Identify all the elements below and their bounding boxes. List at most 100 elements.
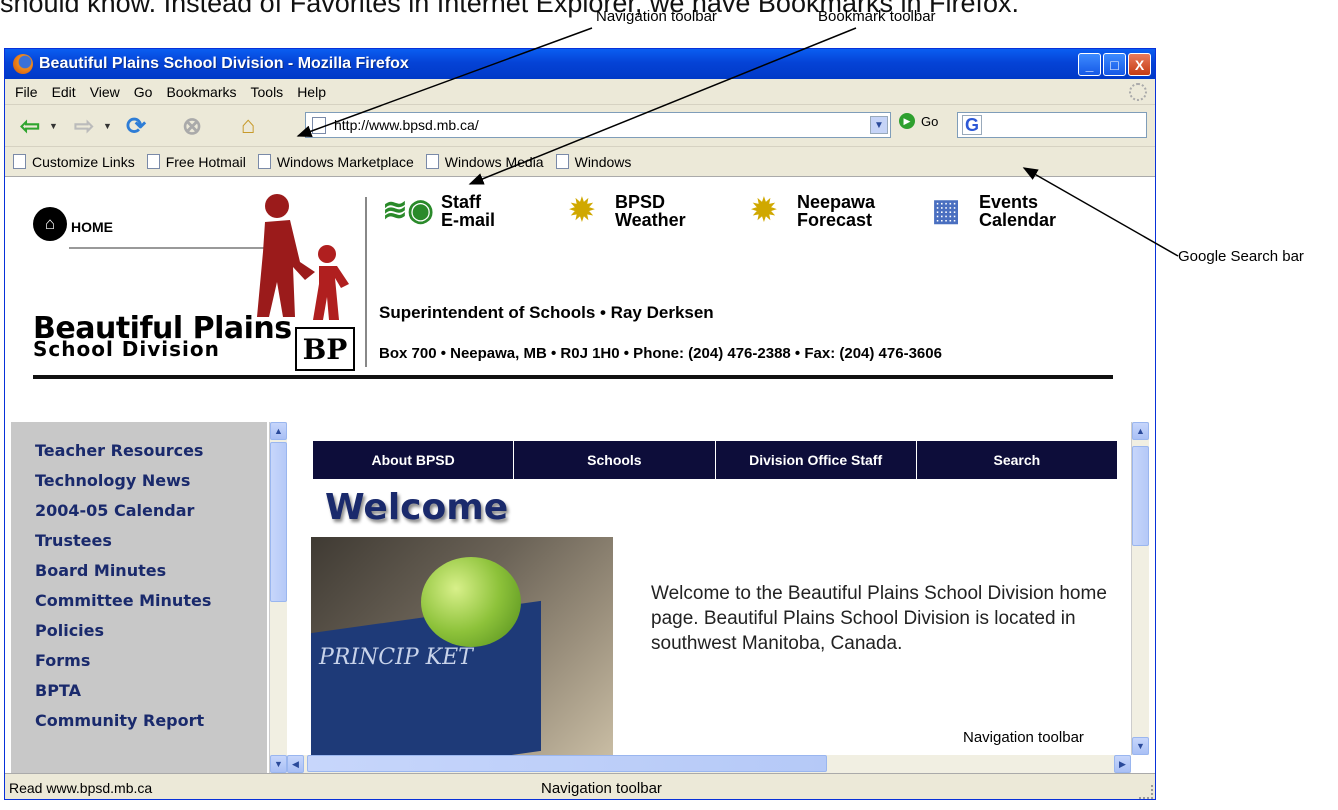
scroll-up-icon[interactable]: ▲ bbox=[270, 422, 287, 440]
tab-about-bpsd[interactable]: About BPSD bbox=[313, 441, 515, 479]
bookmark-page-icon bbox=[425, 154, 439, 169]
scroll-thumb[interactable] bbox=[270, 442, 287, 602]
left-nav-committee-minutes[interactable]: Committee Minutes bbox=[11, 586, 267, 616]
scroll-thumb[interactable] bbox=[1132, 446, 1149, 546]
left-nav-community-report[interactable]: Community Report bbox=[11, 706, 267, 736]
bookmark-free-hotmail[interactable]: Free Hotmail bbox=[146, 153, 246, 170]
tab-schools[interactable]: Schools bbox=[514, 441, 716, 479]
google-search-field[interactable]: G bbox=[957, 112, 1147, 138]
maximize-button[interactable]: □ bbox=[1103, 53, 1126, 76]
window-title: Beautiful Plains School Division - Mozil… bbox=[39, 55, 409, 72]
bookmark-toolbar-callout: Bookmark toolbar bbox=[818, 8, 936, 25]
navigation-toolbar-callout-3: Navigation toolbar bbox=[541, 780, 662, 797]
menu-help[interactable]: Help bbox=[297, 84, 326, 100]
screenshot-root: should know. Instead of Favorites in Int… bbox=[0, 0, 1338, 810]
quick-link-line2: E-mail bbox=[441, 210, 496, 230]
header-rule bbox=[33, 375, 1113, 379]
sun-icon: ✹ bbox=[569, 194, 595, 227]
firefox-window: Beautiful Plains School Division - Mozil… bbox=[4, 48, 1156, 800]
book-cover-lettering: PRINCIP KET bbox=[319, 645, 473, 670]
bp-book-logo: BP bbox=[295, 327, 355, 371]
reload-icon[interactable]: ⟳ bbox=[119, 111, 153, 141]
quick-link-line1: Events bbox=[979, 192, 1039, 212]
quick-link-line1: BPSD bbox=[615, 192, 666, 212]
menu-edit[interactable]: Edit bbox=[52, 84, 76, 100]
bookmark-page-icon bbox=[146, 154, 160, 169]
quick-link-line1: Neepawa bbox=[797, 192, 876, 212]
bookmark-toolbar: Customize Links Free Hotmail Windows Mar… bbox=[5, 147, 1155, 177]
left-nav-teacher-resources[interactable]: Teacher Resources bbox=[11, 436, 267, 466]
menu-bookmarks[interactable]: Bookmarks bbox=[166, 84, 236, 100]
bookmark-label: Free Hotmail bbox=[165, 153, 246, 170]
left-nav-board-minutes[interactable]: Board Minutes bbox=[11, 556, 267, 586]
quick-link-staff-email[interactable]: ≋◉ Staff E-mail bbox=[382, 192, 496, 230]
left-nav-technology-news[interactable]: Technology News bbox=[11, 466, 267, 496]
header-divider bbox=[365, 197, 367, 367]
scroll-down-icon[interactable]: ▼ bbox=[270, 755, 287, 773]
minimize-button[interactable]: _ bbox=[1078, 53, 1101, 76]
apple-shape bbox=[421, 557, 521, 647]
left-nav-policies[interactable]: Policies bbox=[11, 616, 267, 646]
home-link-icon[interactable]: ⌂ bbox=[33, 207, 67, 241]
email-icon: ≋◉ bbox=[382, 194, 434, 227]
site-nav-bar: About BPSD Schools Division Office Staff… bbox=[313, 441, 1117, 479]
url-dropdown-icon[interactable]: ▼ bbox=[870, 116, 888, 134]
left-nav-bpta[interactable]: BPTA bbox=[11, 676, 267, 706]
quick-link-neepawa-forecast[interactable]: ✹ Neepawa Forecast bbox=[739, 193, 875, 229]
bookmark-customize-links[interactable]: Customize Links bbox=[13, 154, 135, 170]
logo-line2: School Division bbox=[33, 337, 220, 361]
back-icon[interactable]: ⇦ bbox=[13, 111, 47, 141]
google-logo-icon[interactable]: G bbox=[962, 115, 983, 135]
home-divider bbox=[69, 247, 269, 249]
left-nav-calendar[interactable]: 2004-05 Calendar bbox=[11, 496, 267, 526]
scroll-right-icon[interactable]: ▶ bbox=[1114, 755, 1131, 773]
back-dropdown-icon[interactable]: ▼ bbox=[49, 121, 58, 131]
stop-icon[interactable]: ⊗ bbox=[175, 111, 209, 141]
quick-link-line2: Calendar bbox=[979, 210, 1057, 230]
menu-go[interactable]: Go bbox=[134, 84, 153, 100]
menu-view[interactable]: View bbox=[90, 84, 120, 100]
scroll-thumb[interactable] bbox=[307, 755, 827, 772]
bookmark-windows[interactable]: Windows bbox=[555, 154, 631, 170]
close-button[interactable]: X bbox=[1128, 53, 1151, 76]
bookmark-label: Customize Links bbox=[32, 153, 135, 170]
page-content: ⌂ HOME Beautiful Plains School Division … bbox=[5, 177, 1155, 773]
title-bar[interactable]: Beautiful Plains School Division - Mozil… bbox=[5, 49, 1155, 79]
scroll-left-icon[interactable]: ◀ bbox=[287, 755, 304, 773]
url-field[interactable]: http://www.bpsd.mb.ca/ ▼ bbox=[305, 112, 891, 138]
horizontal-scrollbar[interactable]: ◀ ▶ bbox=[287, 755, 1131, 773]
left-frame-scrollbar[interactable]: ▲ ▼ bbox=[269, 422, 287, 773]
bookmark-page-icon bbox=[257, 154, 271, 169]
quick-link-bpsd-weather[interactable]: ✹ BPSD Weather bbox=[557, 192, 685, 229]
page-icon bbox=[312, 116, 326, 134]
quick-link-line1: Staff bbox=[441, 192, 481, 212]
menu-file[interactable]: File bbox=[15, 84, 38, 100]
bookmark-windows-media[interactable]: Windows Media bbox=[425, 153, 544, 170]
navigation-toolbar: ⇦ ▼ ⇨ ▼ ⟳ ⊗ ⌂ http://www.bpsd.mb.ca/ ▼ ▶… bbox=[5, 105, 1155, 147]
resize-grip-icon[interactable] bbox=[1139, 785, 1153, 799]
main-frame-scrollbar[interactable]: ▲ ▼ bbox=[1131, 422, 1149, 755]
bookmark-label: Windows Media bbox=[444, 153, 544, 170]
forward-dropdown-icon[interactable]: ▼ bbox=[103, 121, 112, 131]
google-search-bar-callout: Google Search bar bbox=[1178, 248, 1304, 265]
home-link[interactable]: HOME bbox=[71, 219, 113, 235]
sun-icon: ✹ bbox=[751, 194, 777, 227]
tab-search[interactable]: Search bbox=[917, 441, 1117, 479]
forward-icon[interactable]: ⇨ bbox=[67, 111, 101, 141]
left-nav-trustees[interactable]: Trustees bbox=[11, 526, 267, 556]
tab-division-office-staff[interactable]: Division Office Staff bbox=[716, 441, 917, 479]
go-label: Go bbox=[921, 113, 939, 129]
quick-link-events-calendar[interactable]: ▦ Events Calendar bbox=[921, 193, 1056, 229]
parent-child-logo-icon bbox=[257, 194, 349, 320]
home-icon[interactable]: ⌂ bbox=[231, 111, 265, 141]
status-text: Read www.bpsd.mb.ca bbox=[9, 779, 153, 796]
bookmark-windows-marketplace[interactable]: Windows Marketplace bbox=[257, 153, 414, 170]
bookmark-label: Windows Marketplace bbox=[276, 153, 414, 170]
left-nav-frame: Teacher Resources Technology News 2004-0… bbox=[11, 422, 267, 773]
scroll-up-icon[interactable]: ▲ bbox=[1132, 422, 1149, 440]
left-nav-forms[interactable]: Forms bbox=[11, 646, 267, 676]
navigation-toolbar-callout-2: Navigation toolbar bbox=[963, 729, 1084, 746]
go-button[interactable]: ▶ Go bbox=[899, 113, 938, 129]
menu-tools[interactable]: Tools bbox=[251, 84, 284, 100]
scroll-down-icon[interactable]: ▼ bbox=[1132, 737, 1149, 755]
